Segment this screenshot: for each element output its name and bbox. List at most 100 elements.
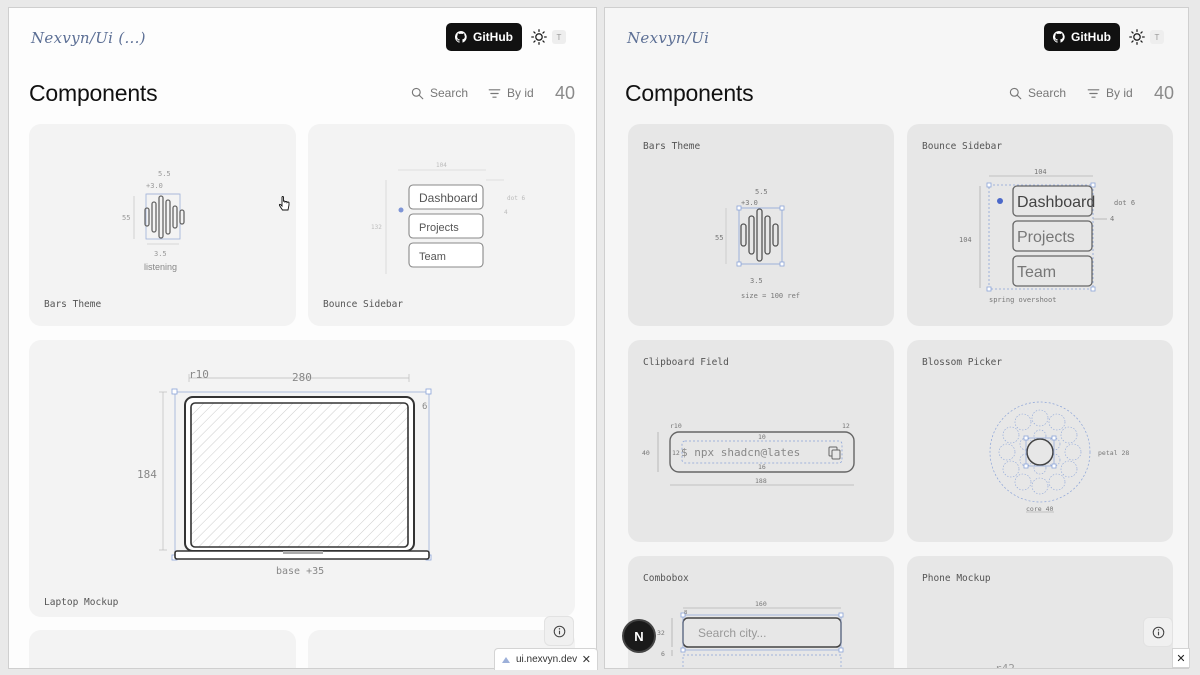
bars-theme-card[interactable]: 5.5 +3.0 55 3.5 listening Bars Theme	[29, 124, 296, 326]
combobox-dim-width: 160	[755, 600, 767, 608]
bounce-dim-dot: dot 6	[507, 195, 525, 202]
components-toolbar: Components Search By id 40	[625, 78, 1174, 108]
clipboard-dim-left: 40	[642, 449, 650, 457]
clipboard-dim-radius: r10	[670, 422, 682, 430]
clipboard-field-card[interactable]: $ npx shadcn@lates r10 12 10 40 12 16 18…	[628, 340, 894, 542]
url-tab[interactable]: ui.nexvyn.dev ✕	[494, 648, 598, 670]
bars-caption: size = 100 ref	[741, 292, 800, 300]
site-header: Nexvyn/Ui GitHub T	[625, 23, 1168, 53]
laptop-mockup-preview: r10 280 184 6 base +35	[137, 368, 432, 577]
bounce-item-team: Team	[1017, 264, 1056, 281]
bounce-dim-top: 104	[1034, 168, 1047, 176]
site-logo[interactable]: Nexvyn/Ui	[627, 29, 709, 47]
filter-icon	[488, 88, 501, 98]
site-logo[interactable]: Nexvyn/Ui (...)	[31, 29, 146, 47]
sun-icon[interactable]	[531, 29, 547, 45]
blossom-picker-label: Blossom Picker	[922, 357, 1003, 368]
bars-dim-bottom: 3.5	[154, 250, 167, 258]
bars-theme-card[interactable]: 5.5 +3.0 55 3.5 size = 100 ref Bars Them…	[628, 124, 894, 326]
combobox-label: Combobox	[643, 573, 689, 584]
page-title: Components	[29, 80, 158, 106]
blossom-picker-card[interactable]: petal 28 core 40 Blossom Picker	[907, 340, 1173, 542]
bounce-caption: spring overshoot	[989, 296, 1056, 304]
info-icon	[553, 625, 565, 637]
bounce-dim-top: 104	[436, 162, 447, 169]
sort-label: By id	[1106, 86, 1133, 100]
partial-card-1[interactable]	[29, 630, 296, 668]
right-preview-pane: Nexvyn/Ui GitHub T Components Search By …	[604, 7, 1189, 669]
phone-mockup-label: Phone Mockup	[922, 573, 991, 584]
combobox-placeholder[interactable]: Search city...	[698, 626, 766, 640]
github-button[interactable]: GitHub	[446, 23, 522, 51]
phone-mockup-card[interactable]: r42 Phone Mockup	[907, 556, 1173, 669]
github-icon	[455, 31, 467, 43]
filter-icon	[1087, 88, 1100, 98]
sort-button[interactable]: By id	[1087, 86, 1133, 100]
clipboard-dim-width: 188	[755, 477, 767, 485]
url-text: ui.nexvyn.dev	[516, 654, 578, 665]
bounce-dim-left: 104	[959, 236, 972, 244]
theme-shortcut-key: T	[552, 30, 566, 44]
bars-dim-top2: +3.0	[741, 199, 758, 207]
next-dev-badge[interactable]: N	[624, 621, 654, 651]
laptop-dim-height: 184	[137, 468, 157, 481]
bars-dim-left: 55	[122, 214, 130, 222]
bars-dim-bottom: 3.5	[750, 277, 763, 285]
components-toolbar: Components Search By id 40	[29, 78, 576, 108]
combobox-dim-height: 32	[657, 629, 665, 637]
clipboard-field-preview: $ npx shadcn@lates r10 12 10 40 12 16 18…	[642, 422, 855, 486]
combobox-card[interactable]: Search city... 8 160 32 6 Combobox	[628, 556, 894, 668]
close-icon[interactable]: ✕	[582, 653, 591, 666]
github-icon	[1053, 31, 1065, 43]
sun-icon[interactable]	[1129, 29, 1145, 45]
bars-dim-top1: 5.5	[755, 188, 768, 196]
clipboard-field-label: Clipboard Field	[643, 357, 729, 368]
copy-icon[interactable]	[828, 446, 841, 460]
bounce-item-projects: Projects	[419, 222, 459, 234]
bars-caption: listening	[144, 262, 177, 272]
github-label: GitHub	[1071, 30, 1111, 44]
info-button[interactable]	[1143, 617, 1173, 647]
page-title: Components	[625, 80, 754, 106]
bounce-sidebar-preview: Dashboard Projects Team 104 104 dot 6 4 …	[959, 168, 1135, 304]
clipboard-dim-right: 12	[842, 422, 850, 430]
github-button[interactable]: GitHub	[1044, 23, 1120, 51]
bounce-sidebar-label: Bounce Sidebar	[922, 141, 1003, 152]
bars-theme-preview: 5.5 +3.0 55 3.5 size = 100 ref	[715, 188, 800, 300]
sort-label: By id	[507, 86, 534, 100]
bounce-dim-gap: 4	[1110, 215, 1114, 223]
info-button[interactable]	[544, 616, 574, 646]
bars-dim-top2: +3.0	[146, 182, 163, 190]
bounce-sidebar-card[interactable]: Dashboard Projects Team 104 104 dot 6 4 …	[907, 124, 1173, 326]
blossom-picker-preview: petal 28 core 40	[989, 401, 1129, 513]
bounce-item-dashboard: Dashboard	[1017, 194, 1095, 211]
search-button[interactable]: Search	[1009, 86, 1066, 100]
info-icon	[1152, 626, 1164, 638]
bars-theme-label: Bars Theme	[44, 299, 102, 310]
site-favicon-icon	[502, 656, 510, 663]
blossom-dim-petal: petal 28	[1098, 449, 1129, 457]
laptop-dim-side: 6	[422, 402, 427, 412]
close-icon[interactable]: ✕	[1172, 648, 1190, 668]
bounce-item-projects: Projects	[1017, 229, 1075, 246]
search-icon	[1009, 87, 1022, 99]
clipboard-dim-pad: 12	[672, 449, 680, 457]
laptop-mockup-card[interactable]: r10 280 184 6 base +35 Laptop Mockup	[29, 340, 575, 617]
search-button[interactable]: Search	[411, 86, 468, 100]
clipboard-dim-inner-bottom: 16	[758, 463, 766, 471]
bounce-sidebar-label: Bounce Sidebar	[323, 299, 404, 310]
bars-theme-label: Bars Theme	[643, 141, 701, 152]
combobox-dim-small: 8	[684, 610, 687, 616]
bounce-sidebar-card[interactable]: Dashboard Projects Team 104 132 dot 6 4 …	[308, 124, 575, 326]
sort-button[interactable]: By id	[488, 86, 534, 100]
phone-dim-radius: r42	[995, 662, 1015, 669]
bounce-dim-left: 132	[371, 224, 382, 231]
bars-theme-preview: 5.5 +3.0 55 3.5 listening	[122, 170, 185, 272]
laptop-dim-base: base +35	[276, 566, 324, 577]
laptop-dim-width: 280	[292, 371, 312, 384]
clipboard-dim-inner-top: 10	[758, 433, 766, 441]
search-label: Search	[430, 86, 469, 100]
laptop-mockup-label: Laptop Mockup	[44, 597, 119, 608]
search-label: Search	[1028, 86, 1067, 100]
blossom-dim-core: core 40	[1026, 505, 1053, 513]
